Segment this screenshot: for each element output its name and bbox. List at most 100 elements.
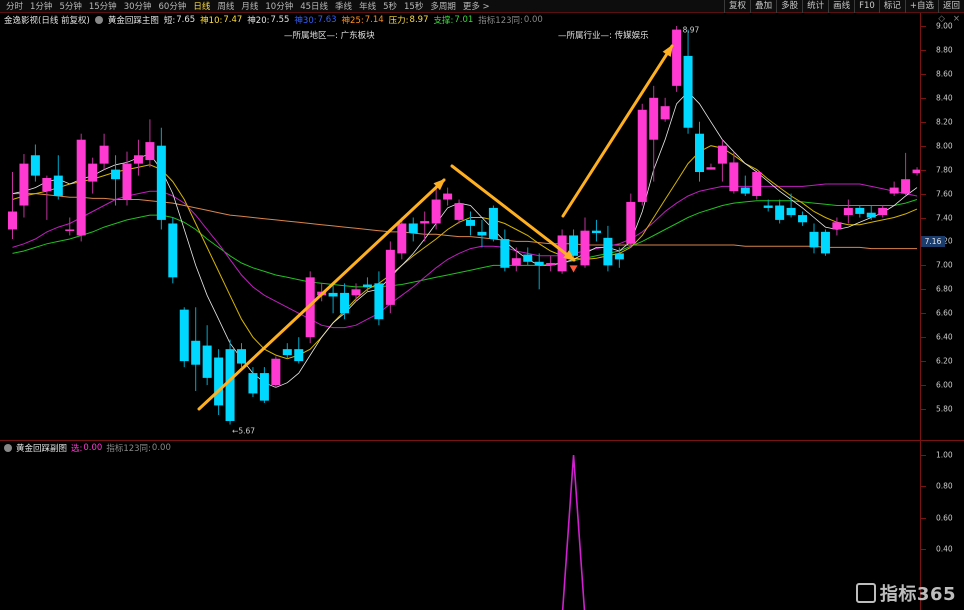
price-tick: 7.40 [936,213,953,222]
period-tab[interactable]: 15分钟 [89,0,117,12]
signal-marker [569,265,578,273]
candle-up [912,169,920,174]
index2-value: 0.00 [151,443,171,453]
candle-down [740,187,750,194]
watermark-logo: 指标365 [855,580,956,606]
candle-down [53,175,63,196]
period-tab[interactable]: 60分钟 [159,0,187,12]
toolbar-button[interactable]: F10 [854,0,879,13]
period-tab[interactable]: 日线 [193,0,210,12]
period-tab[interactable]: 分时 [6,0,23,12]
candle-up [385,249,395,305]
price-tick: 8.20 [936,117,953,127]
toolbar-button[interactable]: 统计 [802,0,828,13]
indicator-tick-mark [921,455,926,456]
candle-down [30,155,40,176]
toolbar-button[interactable]: 画线 [828,0,854,13]
candle-down [534,261,544,266]
ma-white-line [12,91,918,388]
price-tick-mark [921,361,926,363]
indicator-tick-mark [921,517,926,519]
period-tab[interactable]: 10分钟 [265,0,293,12]
toolbar-button[interactable]: 返回 [937,0,964,13]
price-tick-mark [921,121,926,123]
candle-down [111,169,121,180]
candle-down [488,207,498,240]
toolbar-button[interactable]: 标记 [878,0,905,13]
period-tabs: 分时 1分钟 5分钟 15分钟 30分钟 60分钟 日线 周线 月线 10分钟 45日线 季线 年线 5秒… [0,0,490,12]
indicator-signal-line [561,454,586,610]
price-tick: 8.00 [936,141,953,151]
period-tab[interactable]: 45日线 [300,0,328,12]
candle-down [603,237,613,266]
candle-down [191,340,201,365]
candle-up [122,163,132,200]
period-tab[interactable]: 30分钟 [124,0,152,12]
price-tick-mark [921,193,926,195]
toolbar-button[interactable]: 叠加 [750,0,776,13]
price-tick-mark [921,217,926,219]
period-tab[interactable]: 季线 [335,0,352,12]
price-tick: 6.00 [936,380,953,390]
logo-icon [855,583,876,603]
low-price-label: ←5.67 [232,427,255,436]
indicator-tick: 0.60 [936,513,953,523]
candle-down [214,357,224,406]
index2-label: 指标123同: [106,444,151,454]
toolbar-button[interactable]: 多股 [776,0,802,13]
select-value: 0.00 [83,443,103,453]
period-tab[interactable]: 5秒 [383,0,397,12]
candle-down [408,223,418,234]
candle-up [660,106,670,120]
period-tab[interactable]: 年线 [359,0,376,12]
candle-up [672,29,682,86]
indicator-tick: 1.00 [936,450,953,460]
indicator-chart[interactable] [0,454,920,610]
price-tick: 8.80 [936,45,953,55]
panel-divider [0,440,964,441]
period-tab[interactable]: 1分钟 [30,0,52,12]
price-tick-mark [921,265,926,267]
indicator-settings-icon[interactable] [4,444,12,452]
candle-up [454,203,464,220]
indicator-panel-name[interactable]: 黄金回踩副图 [16,442,67,454]
close-icon[interactable]: × [953,14,960,24]
candlestick-chart[interactable]: ←5.67 8.97 [0,20,920,440]
candle-up [19,163,29,206]
price-tick: 9.00 [936,21,953,31]
candle-up [8,211,17,230]
price-tick: 5.80 [936,404,953,414]
candle-down [809,231,819,248]
trend-arrow-up-2-head [662,44,674,57]
price-tick-mark [921,385,926,387]
candle-down [683,55,693,128]
candle-up [420,221,430,224]
period-tab[interactable]: 月线 [241,0,258,12]
period-tab[interactable]: 周线 [217,0,234,12]
indicator-info-bar: 黄金回踩副图 选: 0.00 指标123同: 0.00 [0,442,171,454]
price-tick: 8.40 [936,93,953,103]
price-tick: 7.60 [936,189,953,199]
candle-up [42,178,52,192]
logo-text: 指标365 [879,584,956,605]
toolbar-button[interactable]: 复权 [724,0,750,13]
trend-arrow-up-1 [197,178,446,411]
price-tick-mark [921,73,926,75]
candle-up [76,139,86,236]
period-tab[interactable]: 多周期 [430,0,456,12]
toolbar-button[interactable]: +自选 [904,0,938,13]
select-label: 选: [71,444,83,454]
price-tick-mark [921,337,926,339]
price-tick: 7.80 [936,165,953,175]
price-tick: 6.80 [936,284,953,294]
indicator-tick: 0.80 [936,481,953,491]
period-tab[interactable]: 15秒 [404,0,423,12]
candle-up [706,167,716,170]
candle-up [65,229,75,231]
period-tab[interactable]: 5分钟 [59,0,81,12]
price-tick-mark [921,313,926,315]
candle-down [820,231,830,254]
candle-down [614,253,624,260]
period-tab[interactable]: 更多 > [463,0,490,12]
candle-down [591,230,601,234]
